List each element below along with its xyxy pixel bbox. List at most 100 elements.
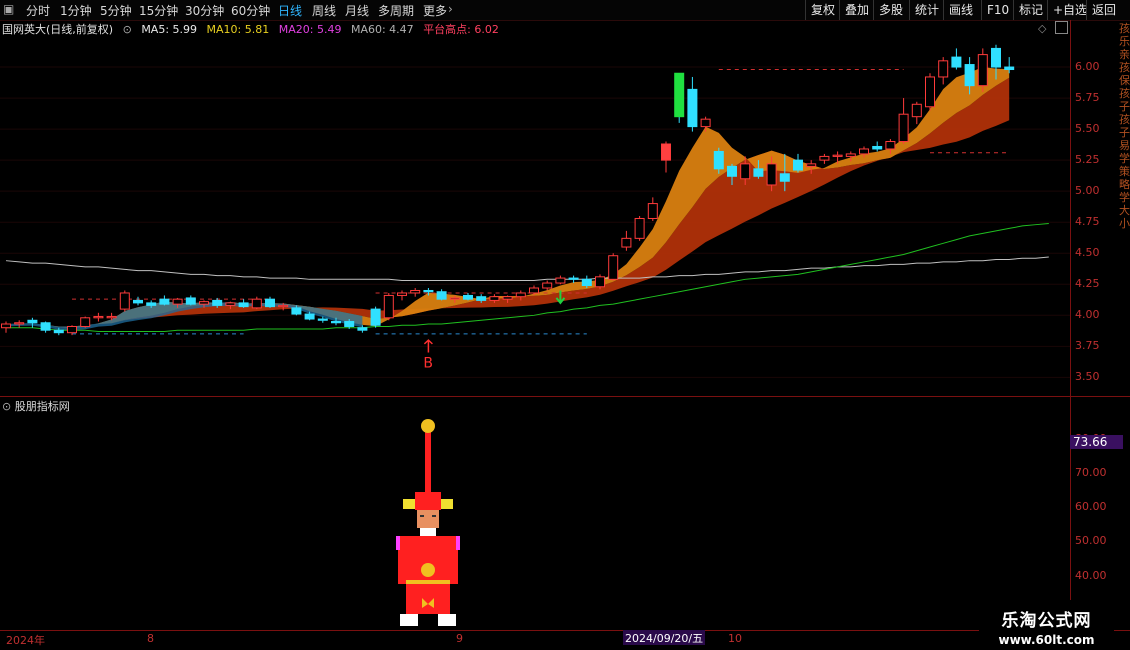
figure-shoulder xyxy=(396,536,400,550)
candle-body xyxy=(344,321,355,327)
tab-fenshi[interactable]: 分时 xyxy=(26,2,50,19)
candle-body xyxy=(766,163,777,186)
candle-body xyxy=(634,217,645,239)
tab-monthly[interactable]: 月线 xyxy=(345,2,369,19)
money-bag-icon xyxy=(421,563,435,577)
candle-body xyxy=(476,296,487,301)
date-sep: 9 xyxy=(456,632,463,645)
candle-body xyxy=(661,143,671,161)
candle-body xyxy=(251,298,262,309)
candle-body xyxy=(119,292,130,310)
candle-body xyxy=(423,289,434,293)
candle-body xyxy=(317,318,328,321)
stock-title[interactable]: 国网英大(日线,前复权) xyxy=(2,23,113,36)
price-tick: 5.00 xyxy=(1075,184,1100,198)
cursor-date: 2024/09/20/五 xyxy=(623,630,706,645)
ma-long-line xyxy=(5,256,1049,282)
candle-body xyxy=(225,302,236,306)
side-panel-text[interactable]: 孩乐亲孩保孩子孩子易学策略学大小 xyxy=(1119,22,1130,230)
candle-body xyxy=(14,322,25,325)
candle-body xyxy=(621,237,632,248)
candle-body xyxy=(80,317,91,327)
draw-line-button[interactable]: 画线 xyxy=(943,0,978,20)
candle-body xyxy=(925,76,935,108)
tab-daily[interactable]: 日线 xyxy=(278,2,302,19)
buy-signal-label: B xyxy=(423,355,433,371)
candle-body xyxy=(977,54,988,87)
indicator-tick: 70.00 xyxy=(1075,466,1107,480)
price-tick: 4.75 xyxy=(1075,215,1100,229)
candle-body xyxy=(740,163,751,180)
tab-5min[interactable]: 5分钟 xyxy=(100,2,132,19)
candle-body xyxy=(911,103,922,118)
candle-body xyxy=(370,308,381,326)
candle-body xyxy=(106,316,117,319)
layout-icon[interactable]: ▣ xyxy=(3,2,14,16)
candle-body xyxy=(647,203,658,219)
tab-weekly[interactable]: 周线 xyxy=(312,2,336,19)
candle-body xyxy=(436,291,447,300)
fuquan-button[interactable]: 复权 xyxy=(805,0,840,20)
candle-body xyxy=(212,299,223,306)
overlay-button[interactable]: 叠加 xyxy=(839,0,874,20)
tab-15min[interactable]: 15分钟 xyxy=(139,2,178,19)
tab-60min[interactable]: 60分钟 xyxy=(231,2,270,19)
candle-body xyxy=(53,329,64,334)
candle-body xyxy=(410,289,421,294)
price-tick: 5.25 xyxy=(1075,153,1100,167)
candle-body xyxy=(40,322,51,331)
pane-divider xyxy=(0,396,1130,397)
figure-collar xyxy=(420,528,436,536)
candle-body xyxy=(185,297,196,305)
stats-button[interactable]: 统计 xyxy=(909,0,944,20)
candle-body xyxy=(159,298,170,305)
settings-icon[interactable]: ⊙ xyxy=(123,23,132,36)
candle-body xyxy=(700,118,711,128)
platform-high-label: 平台高点: 6.02 xyxy=(423,23,499,36)
figure-shoe xyxy=(438,614,456,626)
back-button[interactable]: 返回 xyxy=(1086,0,1121,20)
figure-pole xyxy=(425,426,431,496)
candle-body xyxy=(845,153,856,157)
candle-body xyxy=(608,255,619,280)
ma10-label: MA10: 5.81 xyxy=(206,23,270,36)
date-axis: 2024年 8 9 10 xyxy=(0,630,1130,650)
tab-more[interactable]: 更多 xyxy=(423,2,447,19)
ma-legend: 国网英大(日线,前复权) ⊙ MA5: 5.99 MA10: 5.81 MA20… xyxy=(0,21,505,37)
diamond-icon[interactable]: ◇ xyxy=(1038,22,1046,35)
indicator-tick: 60.00 xyxy=(1075,500,1107,514)
candle-body xyxy=(674,72,685,118)
multi-stock-button[interactable]: 多股 xyxy=(873,0,908,20)
ma60-label: MA60: 4.47 xyxy=(350,23,414,36)
f10-button[interactable]: F10 xyxy=(981,0,1014,20)
price-tick: 3.75 xyxy=(1075,339,1100,353)
candle-body xyxy=(463,294,473,300)
tab-multi-period[interactable]: 多周期 xyxy=(378,2,414,19)
candle-body xyxy=(832,154,843,157)
period-toolbar: ▣ 分时 1分钟 5分钟 15分钟 30分钟 60分钟 日线 周线 月线 多周期… xyxy=(0,0,1130,21)
price-tick: 5.75 xyxy=(1075,91,1100,105)
price-tick: 4.50 xyxy=(1075,246,1100,260)
figure-eye xyxy=(420,515,424,517)
candle-body xyxy=(938,60,949,78)
indicator-last-value: 73.66 xyxy=(1070,435,1123,449)
chevron-right-icon[interactable]: › xyxy=(448,2,453,16)
tab-1min[interactable]: 1分钟 xyxy=(60,2,92,19)
maximize-icon[interactable] xyxy=(1055,21,1068,34)
candle-body xyxy=(819,155,830,161)
figure-shoe xyxy=(400,614,418,626)
indicator-chart xyxy=(396,419,460,626)
candle-body xyxy=(727,165,737,177)
candle-body xyxy=(872,145,883,150)
candle-body xyxy=(397,292,407,296)
candle-body xyxy=(265,298,275,308)
figure-face xyxy=(417,510,439,528)
candle-body xyxy=(304,313,315,320)
tab-30min[interactable]: 30分钟 xyxy=(185,2,224,19)
y-axis-line xyxy=(1070,20,1071,630)
candle-body xyxy=(1,323,11,329)
mark-button[interactable]: 标记 xyxy=(1013,0,1048,20)
candle-body xyxy=(133,299,143,304)
candlestick-chart[interactable]: B xyxy=(0,36,1070,396)
candle-body xyxy=(595,276,605,288)
